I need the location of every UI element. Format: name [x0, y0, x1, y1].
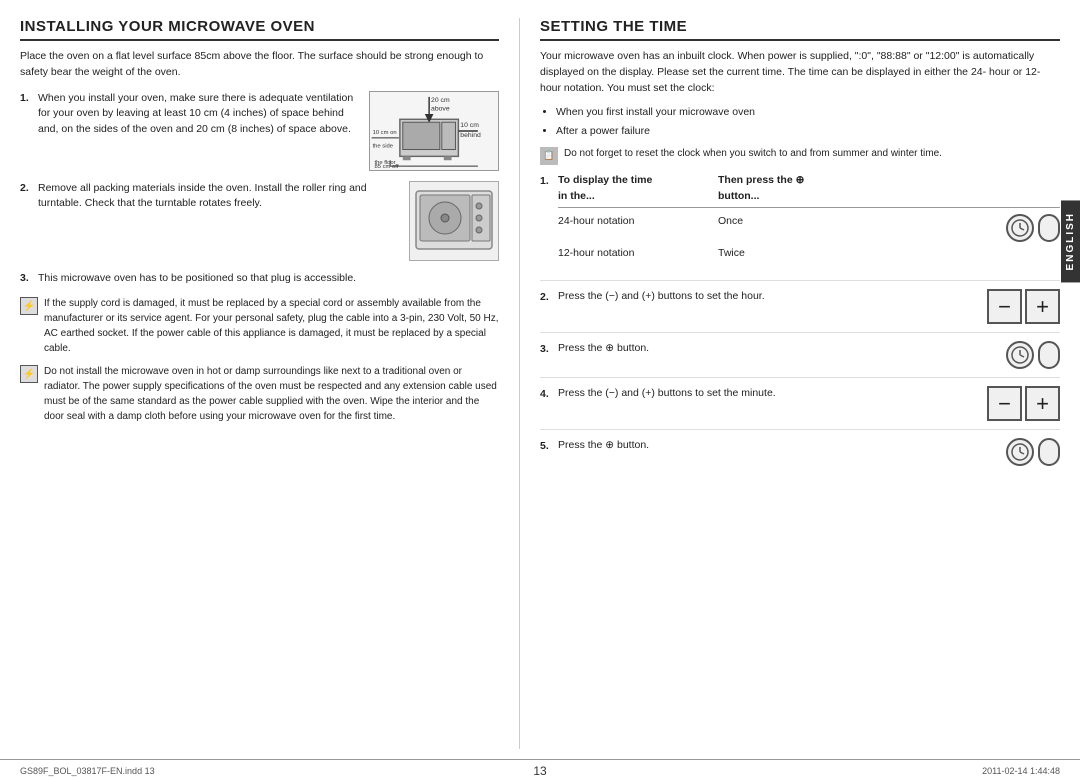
warning-icon-1: ⚡: [20, 297, 38, 315]
footer-left: GS89F_BOL_03817F-EN.indd 13: [20, 766, 367, 776]
english-sidebar: ENGLISH: [1061, 200, 1080, 282]
step-3-num: 3.: [20, 272, 38, 284]
svg-text:10 cm: 10 cm: [460, 122, 479, 129]
note-icon: 📋: [540, 147, 558, 165]
right-step-2: 2. Press the (−) and (+) buttons to set …: [540, 289, 1060, 333]
step-2-num: 2.: [20, 182, 38, 194]
bullet-list: When you first install your microwave ov…: [556, 104, 1060, 140]
right-title: SETTING THE TIME: [540, 18, 1060, 41]
left-intro: Place the oven on a flat level surface 8…: [20, 49, 499, 81]
svg-text:the side: the side: [373, 143, 393, 149]
warning-2-text: Do not install the microwave oven in hot…: [44, 364, 499, 424]
plus-btn-2: +: [1025, 386, 1060, 421]
svg-text:10 cm on: 10 cm on: [373, 129, 397, 135]
th-col3: [878, 173, 1060, 205]
td-24h-icons: [878, 214, 1060, 242]
step-1-content: When you install your oven, make sure th…: [38, 91, 499, 171]
right-column: SETTING THE TIME Your microwave oven has…: [520, 18, 1060, 749]
clock-btn-24h: [1006, 214, 1034, 242]
svg-text:the floor: the floor: [375, 160, 396, 166]
plus-btn-1: +: [1025, 289, 1060, 324]
btn-icons-24h: [1006, 214, 1060, 242]
warning-2: ⚡ Do not install the microwave oven in h…: [20, 364, 499, 424]
warning-icon-2: ⚡: [20, 365, 38, 383]
right-step-4-content: Press the (−) and (+) buttons to set the…: [558, 386, 977, 402]
step-1-text: When you install your oven, make sure th…: [38, 91, 361, 138]
right-step-3: 3. Press the ⊕ button.: [540, 341, 1060, 378]
btn-icons-step5: [1006, 438, 1060, 466]
table-row-24h: 24-hour notation Once: [558, 212, 1060, 244]
step-3-text: This microwave oven has to be positioned…: [38, 271, 499, 287]
clock-btn-step3: [1006, 341, 1034, 369]
step-3-icons: [990, 341, 1060, 369]
ventilation-diagram: 20 cm above 10 cm behind 85 cm off the f…: [369, 91, 499, 171]
right-step-2-num: 2.: [540, 291, 558, 303]
warning-1-text: If the supply cord is damaged, it must b…: [44, 296, 499, 356]
turntable-image: [409, 181, 499, 261]
right-step-1-num: 1.: [540, 175, 558, 187]
page-footer: GS89F_BOL_03817F-EN.indd 13 13 2011-02-1…: [0, 759, 1080, 782]
warning-1: ⚡ If the supply cord is damaged, it must…: [20, 296, 499, 356]
btn-icons-step3: [1006, 341, 1060, 369]
bullet-1: When you first install your microwave ov…: [556, 104, 1060, 121]
minus-btn-2: −: [987, 386, 1022, 421]
table-row-12h: 12-hour notation Twice: [558, 244, 1060, 264]
right-step-4: 4. Press the (−) and (+) buttons to set …: [540, 386, 1060, 430]
step-1: 1. When you install your oven, make sure…: [20, 91, 499, 171]
th-col1: To display the timein the...: [558, 173, 718, 205]
step-5-icons: [990, 438, 1060, 466]
right-step-2-content: Press the (−) and (+) buttons to set the…: [558, 289, 977, 305]
note-item: 📋 Do not forget to reset the clock when …: [540, 146, 1060, 165]
step-3: 3. This microwave oven has to be positio…: [20, 271, 499, 287]
right-step-4-num: 4.: [540, 388, 558, 400]
time-table: To display the timein the... Then press …: [558, 173, 1060, 264]
td-24h-label: 24-hour notation: [558, 214, 718, 242]
right-step-5-num: 5.: [540, 440, 558, 452]
step-2: 2. Remove all packing materials inside t…: [20, 181, 499, 261]
right-step-1-content: To display the timein the... Then press …: [558, 173, 1060, 272]
svg-text:above: above: [431, 105, 450, 112]
footer-right: 2011-02-14 1:44:48: [713, 766, 1060, 776]
step-2-icons: − +: [987, 289, 1060, 324]
step-2-content: Remove all packing materials inside the …: [38, 181, 499, 261]
td-24h-once: Once: [718, 214, 878, 242]
note-text: Do not forget to reset the clock when yo…: [564, 146, 942, 161]
right-step-5: 5. Press the ⊕ button.: [540, 438, 1060, 474]
td-12h-label: 12-hour notation: [558, 246, 718, 262]
right-intro: Your microwave oven has an inbuilt clock…: [540, 49, 1060, 96]
oval-btn-step3: [1038, 341, 1060, 369]
page: INSTALLING YOUR MICROWAVE OVEN Place the…: [0, 0, 1080, 782]
left-title: INSTALLING YOUR MICROWAVE OVEN: [20, 18, 499, 41]
step-1-num: 1.: [20, 92, 38, 104]
left-column: INSTALLING YOUR MICROWAVE OVEN Place the…: [20, 18, 520, 749]
time-table-header: To display the timein the... Then press …: [558, 173, 1060, 209]
right-step-3-num: 3.: [540, 343, 558, 355]
clock-btn-step5: [1006, 438, 1034, 466]
th-col2: Then press the ⊕button...: [718, 173, 878, 205]
svg-text:20 cm: 20 cm: [431, 96, 450, 103]
minus-btn-1: −: [987, 289, 1022, 324]
oval-btn-24h: [1038, 214, 1060, 242]
right-step-3-content: Press the ⊕ button.: [558, 341, 980, 357]
bullet-2: After a power failure: [556, 123, 1060, 140]
td-12h-twice: Twice: [718, 246, 878, 262]
right-step-1: 1. To display the timein the... Then pre…: [540, 173, 1060, 281]
main-content: INSTALLING YOUR MICROWAVE OVEN Place the…: [0, 0, 1080, 759]
page-number: 13: [367, 764, 714, 778]
right-step-5-content: Press the ⊕ button.: [558, 438, 980, 454]
td-12h-icons: [878, 246, 1060, 262]
step-4-icons: − +: [987, 386, 1060, 421]
svg-text:behind: behind: [460, 131, 481, 138]
oval-btn-step5: [1038, 438, 1060, 466]
step-2-text: Remove all packing materials inside the …: [38, 181, 401, 213]
